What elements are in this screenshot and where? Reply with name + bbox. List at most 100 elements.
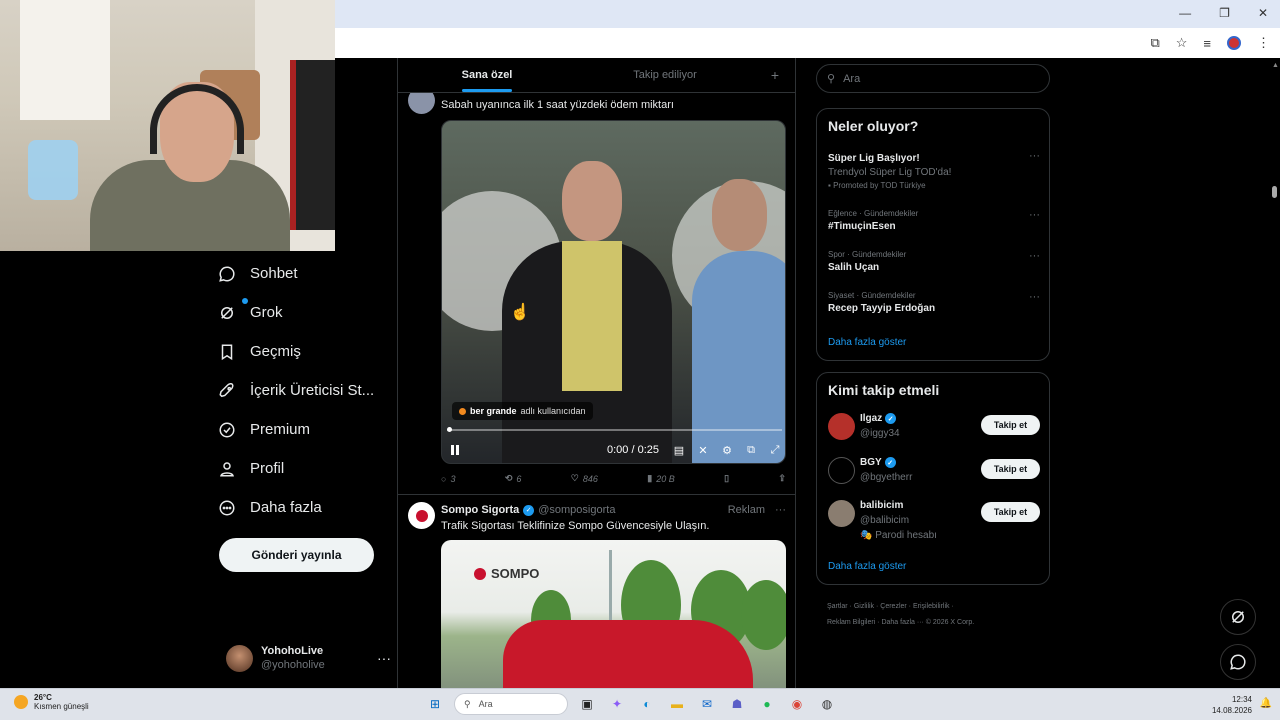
sidebar-item-premium[interactable]: Premium: [218, 410, 388, 449]
account-more-icon[interactable]: ···: [377, 650, 391, 666]
follow-suggestion[interactable]: balibicim @balibicim 🎭 Parodi hesabı Tak…: [828, 498, 1040, 544]
app-icon[interactable]: ◍: [816, 693, 838, 715]
media-icon[interactable]: ≡: [1203, 36, 1211, 51]
like-count: 846: [582, 473, 598, 484]
weather-widget[interactable]: 26°C Kısmen güneşli: [14, 693, 89, 711]
follow-handle: @bgyetherr: [860, 472, 913, 483]
tab-following[interactable]: Takip ediliyor: [576, 58, 754, 92]
share-button[interactable]: ⇪: [778, 473, 786, 484]
messages-float-button[interactable]: [1220, 644, 1256, 680]
browser-toolbar: ⧉ ☆ ≡ ⋮: [335, 28, 1280, 58]
copilot-icon[interactable]: ✦: [606, 693, 628, 715]
avatar[interactable]: [828, 457, 855, 484]
search-icon: ⚲: [827, 73, 836, 85]
minimize-button[interactable]: —: [1179, 6, 1191, 20]
trend-more-icon[interactable]: ···: [1029, 291, 1040, 303]
sidebar-item-grok[interactable]: Grok: [218, 293, 388, 332]
scroll-thumb[interactable]: [1272, 186, 1277, 198]
video-time: 0:00 / 0:25: [607, 444, 659, 456]
profile-avatar-icon[interactable]: [1227, 36, 1241, 50]
sidebar-item-label: Grok: [250, 304, 283, 321]
reply-count: 3: [450, 473, 456, 484]
footer-line[interactable]: Şartlar · Gizlilik · Çerezler · Erişileb…: [827, 599, 1047, 615]
footer-links[interactable]: Şartlar · Gizlilik · Çerezler · Erişileb…: [827, 599, 1047, 631]
footer-line[interactable]: Reklam Bilgileri · Daha fazla ··· © 2026…: [827, 615, 1047, 631]
scrollbar[interactable]: ▲: [1270, 58, 1280, 688]
mute-icon[interactable]: ✕: [696, 443, 710, 457]
repost-button[interactable]: ⟲ 6: [505, 473, 522, 484]
video-source-label[interactable]: ber grande adlı kullanıcıdan: [452, 402, 593, 420]
trend-item[interactable]: Eğlence · Gündemdekiler #TimuçinEsen ···: [828, 209, 1040, 232]
follow-button[interactable]: Takip et: [981, 415, 1040, 435]
start-icon[interactable]: ⊞: [424, 693, 446, 715]
task-view-icon[interactable]: ▣: [576, 693, 598, 715]
system-clock[interactable]: 12:34 14.08.2026: [1212, 694, 1252, 716]
scroll-up-icon[interactable]: ▲: [1272, 62, 1279, 69]
video-progress-bar[interactable]: [447, 427, 782, 432]
follow-suggestion[interactable]: BGY ✓ @bgyetherr Takip et: [828, 455, 1040, 489]
bookmark-button[interactable]: ▯: [724, 473, 729, 484]
author-name[interactable]: Sompo Sigorta: [441, 504, 519, 516]
follow-suggestion[interactable]: Ilgaz ✓ @iggy34 Takip et: [828, 411, 1040, 445]
tweet-ad[interactable]: Sompo Sigorta ✓ @somposigorta Reklam ···…: [398, 496, 795, 688]
tweet-actions: ○ 3 ⟲ 6 ♡ 846 ▮ 20 B ▯ ⇪: [441, 473, 786, 484]
trend-item[interactable]: Süper Lig Başlıyor! Trendyol Süper Lig T…: [828, 150, 1040, 190]
account-switcher[interactable]: YohohoLive @yohoholive ···: [226, 643, 391, 673]
chrome-icon[interactable]: ◉: [786, 693, 808, 715]
follow-button[interactable]: Takip et: [981, 459, 1040, 479]
trend-item[interactable]: Siyaset · Gündemdekiler Recep Tayyip Erd…: [828, 291, 1040, 314]
grok-float-button[interactable]: [1220, 599, 1256, 635]
notification-icon[interactable]: 🔔: [1260, 698, 1272, 709]
trend-more-icon[interactable]: ···: [1029, 250, 1040, 262]
trend-more-icon[interactable]: ···: [1029, 209, 1040, 221]
sidebar-item-label: İçerik Üreticisi St...: [250, 382, 375, 399]
spotify-icon[interactable]: ●: [756, 693, 778, 715]
parody-label: 🎭 Parodi hesabı: [860, 530, 937, 541]
search-placeholder: Ara: [843, 72, 861, 85]
captions-icon[interactable]: ▤: [672, 443, 686, 457]
tab-for-you[interactable]: Sana özel: [398, 58, 576, 92]
follow-handle: @balibicim: [860, 515, 910, 526]
settings-icon[interactable]: ⚙: [720, 443, 734, 457]
post-button[interactable]: Gönderi yayınla: [219, 538, 374, 572]
pause-icon[interactable]: [451, 445, 461, 455]
avatar[interactable]: [408, 502, 435, 529]
close-button[interactable]: ✕: [1258, 6, 1268, 20]
star-icon[interactable]: ☆: [1176, 35, 1188, 51]
pip-icon[interactable]: ⧉: [744, 443, 758, 457]
sidebar-item-more[interactable]: Daha fazla: [218, 488, 388, 527]
add-tab-button[interactable]: +: [754, 58, 795, 92]
chat-icon: [1230, 654, 1246, 670]
like-button[interactable]: ♡ 846: [571, 473, 598, 484]
author-handle[interactable]: @somposigorta: [538, 504, 615, 516]
trend-item[interactable]: Spor · Gündemdekiler Salih Uçan ···: [828, 250, 1040, 273]
taskbar-search[interactable]: ⚲ Ara: [454, 693, 568, 715]
tweet-more-icon[interactable]: ···: [775, 504, 786, 516]
ad-image[interactable]: SOMPO: [441, 540, 786, 688]
video-player[interactable]: ber grande adlı kullanıcıdan 0:00 / 0:25…: [441, 120, 786, 464]
account-name: YohohoLive: [261, 645, 324, 657]
teams-icon[interactable]: ☗: [726, 693, 748, 715]
avatar[interactable]: [828, 413, 855, 440]
fullscreen-icon[interactable]: ⤢: [768, 443, 782, 457]
follow-button[interactable]: Takip et: [981, 502, 1040, 522]
reply-button[interactable]: ○ 3: [441, 473, 455, 484]
sidebar-item-creator-studio[interactable]: İçerik Üreticisi St...: [218, 371, 388, 410]
install-app-icon[interactable]: ⧉: [1150, 35, 1159, 51]
sidebar-item-profil[interactable]: Profil: [218, 449, 388, 488]
chat-icon: [219, 265, 235, 282]
edge-icon[interactable]: ◐: [636, 693, 658, 715]
maximize-button[interactable]: ❐: [1219, 6, 1230, 20]
menu-icon[interactable]: ⋮: [1257, 35, 1270, 51]
tweet[interactable]: Sabah uyanınca ilk 1 saat yüzdeki ödem m…: [398, 87, 795, 495]
explorer-icon[interactable]: ▬: [666, 693, 688, 715]
views-button[interactable]: ▮ 20 B: [647, 473, 674, 484]
outlook-icon[interactable]: ✉: [696, 693, 718, 715]
avatar[interactable]: [828, 500, 855, 527]
search-input[interactable]: ⚲ Ara: [816, 64, 1050, 93]
trend-more-icon[interactable]: ···: [1029, 150, 1040, 162]
sidebar-item-gecmis[interactable]: Geçmiş: [218, 332, 388, 371]
show-more-link[interactable]: Daha fazla göster: [828, 561, 906, 572]
show-more-link[interactable]: Daha fazla göster: [828, 337, 906, 348]
sidebar-item-sohbet[interactable]: Sohbet: [218, 254, 388, 293]
